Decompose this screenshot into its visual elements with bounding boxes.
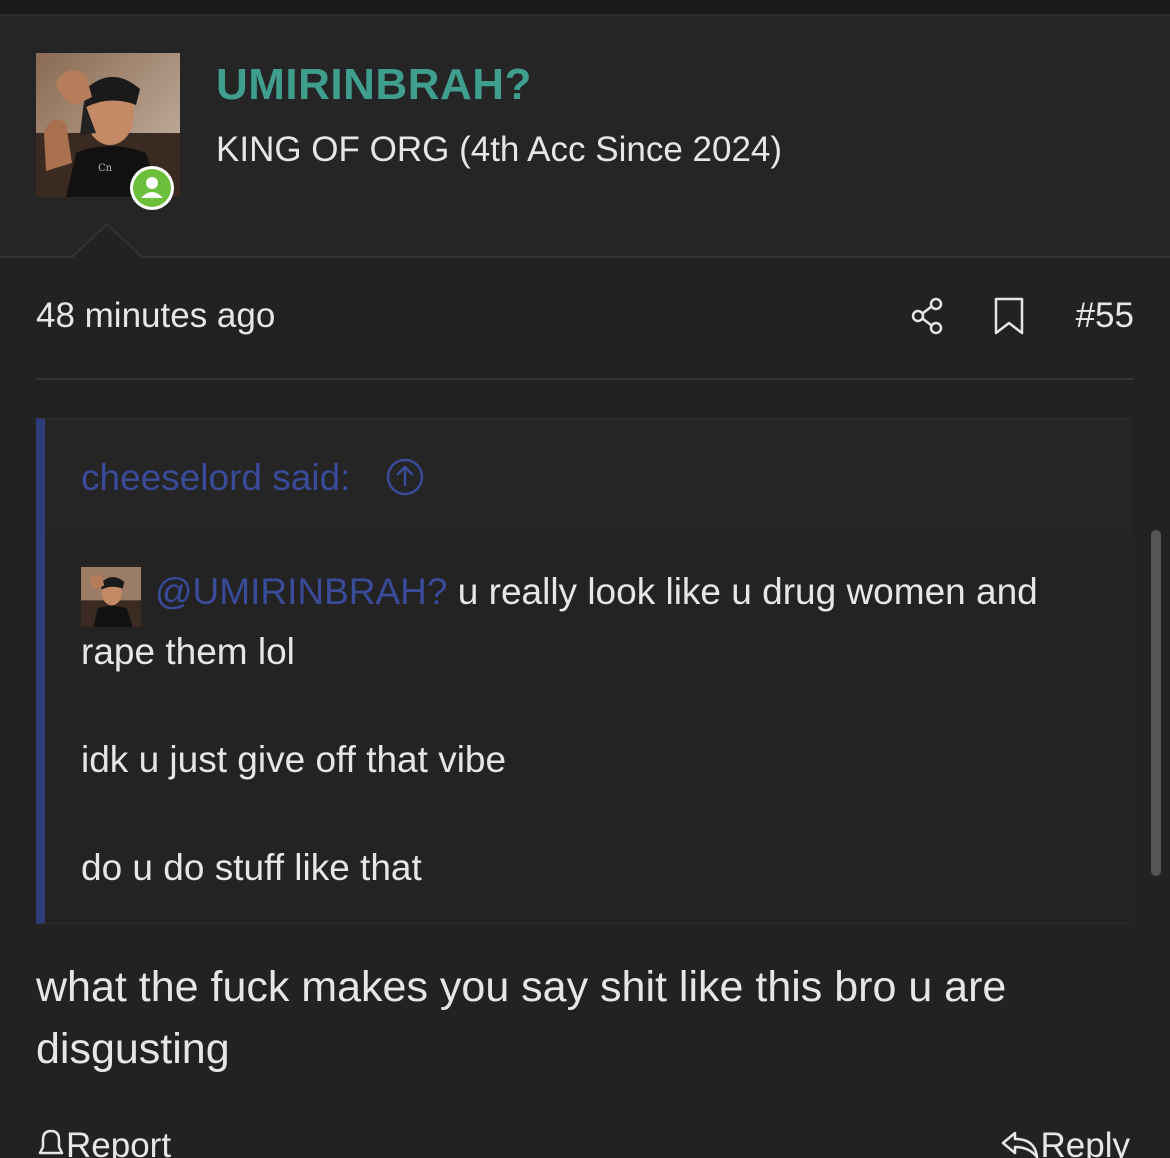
bell-icon: [38, 1129, 64, 1155]
bookmark-icon[interactable]: [992, 296, 1026, 336]
post-number[interactable]: #55: [1076, 296, 1134, 336]
quote-line-1-text: u really look like u drug women and: [447, 571, 1038, 612]
jump-to-quote-icon[interactable]: [385, 457, 425, 497]
quote-body: @UMIRINBRAH? u really look like u drug w…: [45, 533, 1132, 923]
header-pointer: [72, 224, 142, 258]
post-body-text: what the fuck makes you say shit like th…: [36, 963, 1007, 1073]
quote-block: cheeselord said: @UMIRINBRAH? u really l…: [36, 418, 1132, 924]
svg-text:Cn: Cn: [98, 163, 113, 174]
share-icon[interactable]: [910, 296, 948, 336]
quote-author[interactable]: cheeselord said:: [81, 457, 350, 499]
reply-icon: [1001, 1131, 1038, 1158]
post-meta: 48 minutes ago #55: [36, 296, 1134, 344]
user-title: KING OF ORG (4th Acc Since 2024): [216, 130, 783, 169]
online-status-icon: [128, 164, 176, 212]
report-button[interactable]: Report: [36, 1126, 171, 1158]
user-header: Cn UMIRINBRAH? KING OF ORG (4th Acc Sinc…: [0, 16, 1170, 258]
reply-button[interactable]: Reply: [999, 1126, 1130, 1158]
report-label: Report: [66, 1126, 172, 1158]
user-mention[interactable]: @UMIRINBRAH?: [155, 571, 447, 612]
quote-line-1: @UMIRINBRAH? u really look like u drug w…: [155, 571, 1038, 613]
post-username[interactable]: UMIRINBRAH?: [216, 60, 532, 110]
top-strip: [0, 0, 1170, 16]
quote-header: cheeselord said:: [45, 419, 1132, 533]
scrollbar[interactable]: [1151, 530, 1161, 876]
mention-avatar[interactable]: [81, 567, 141, 627]
quote-line-3: idk u just give off that vibe: [81, 739, 507, 780]
quote-line-2: rape them lol: [81, 631, 295, 672]
post-page: Cn UMIRINBRAH? KING OF ORG (4th Acc Sinc…: [0, 0, 1170, 1158]
post-actions: Report Reply: [36, 1126, 1134, 1158]
post-time[interactable]: 48 minutes ago: [36, 296, 275, 336]
reply-label: Reply: [1040, 1126, 1130, 1158]
meta-divider: [36, 378, 1134, 380]
quote-line-4: do u do stuff like that: [81, 847, 422, 888]
